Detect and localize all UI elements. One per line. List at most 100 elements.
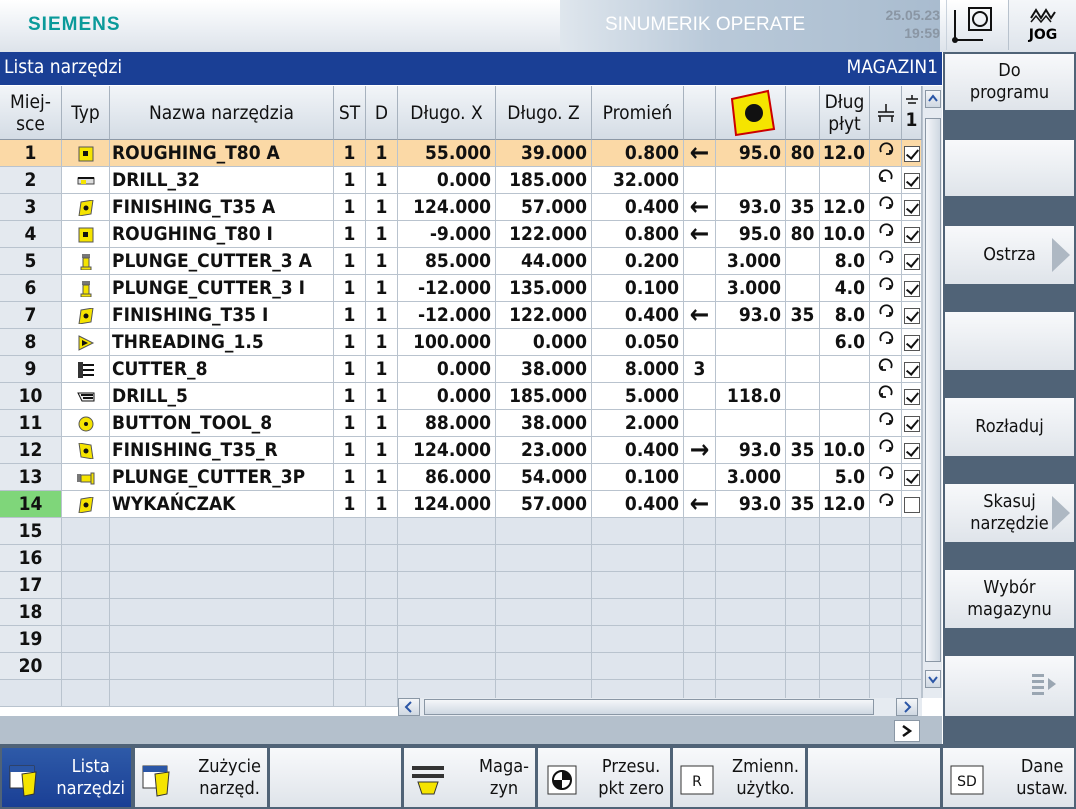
cell-place[interactable]: 18 [0,599,62,626]
cell-place[interactable]: 4 [0,221,62,248]
cell-dir[interactable] [684,464,716,491]
cell-lx[interactable]: 86.000 [398,464,496,491]
cell-lx[interactable]: 0.000 [398,383,496,410]
cell-st[interactable]: 1 [334,329,366,356]
tool-type-cell[interactable] [62,194,110,221]
cell-plate[interactable]: 6.0 [820,329,870,356]
cell-st[interactable]: 1 [334,140,366,167]
cell-empty[interactable] [684,599,716,626]
cell-name[interactable]: ROUGHING_T80 A [110,140,334,167]
cell-empty[interactable] [398,518,496,545]
tool-enabled-checkbox[interactable] [902,302,922,329]
cell-r[interactable]: 0.200 [592,248,684,275]
cell-place[interactable]: 5 [0,248,62,275]
col-header-enabled[interactable]: 1 [902,86,922,140]
cell-st[interactable]: 1 [334,437,366,464]
cell-empty[interactable] [870,572,902,599]
cell-empty[interactable] [820,572,870,599]
horizontal-scrollbar[interactable] [398,698,922,716]
cell-angle2[interactable] [786,329,820,356]
scroll-up-button[interactable] [925,90,941,108]
cell-name[interactable]: THREADING_1.5 [110,329,334,356]
cell-empty[interactable] [334,572,366,599]
cell-empty[interactable] [902,572,922,599]
tool-enabled-checkbox[interactable] [902,167,922,194]
cell-lx[interactable]: -12.000 [398,275,496,302]
cell-empty[interactable] [496,653,592,680]
cell-plate[interactable]: 12.0 [820,491,870,518]
tool-enabled-checkbox[interactable] [902,194,922,221]
table-row-empty[interactable]: 19 [0,626,922,653]
table-row[interactable]: 9 CUTTER_8 1 1 0.000 38.000 8.000 3 [0,356,922,383]
cell-lx[interactable]: -9.000 [398,221,496,248]
cell-angle[interactable]: 3.000 [716,275,786,302]
cell-empty[interactable] [62,545,110,572]
cell-name[interactable]: FINISHING_T35_R [110,437,334,464]
col-header-st[interactable]: ST [334,86,366,140]
table-row-empty[interactable]: 17 [0,572,922,599]
cell-empty[interactable] [786,653,820,680]
cell-dir[interactable]: ← [684,194,716,221]
tool-type-cell[interactable] [62,464,110,491]
cell-empty[interactable] [592,626,684,653]
cell-empty[interactable] [398,572,496,599]
spindle-direction-cell[interactable] [870,329,902,356]
cell-empty[interactable] [62,653,110,680]
right-softkey-8[interactable] [945,656,1074,716]
table-row-empty[interactable]: 18 [0,599,922,626]
cell-empty[interactable] [684,545,716,572]
col-header-type[interactable]: Typ [62,86,110,140]
cell-r[interactable]: 8.000 [592,356,684,383]
cell-empty[interactable] [592,599,684,626]
cell-dir[interactable] [684,275,716,302]
cell-angle[interactable]: 93.0 [716,194,786,221]
cell-place[interactable]: 1 [0,140,62,167]
cell-lx[interactable]: 55.000 [398,140,496,167]
bottom-softkey-1[interactable]: Lista narzędzi [2,748,131,807]
cell-st[interactable]: 1 [334,464,366,491]
tool-enabled-checkbox[interactable] [902,221,922,248]
cell-empty[interactable] [716,545,786,572]
cell-name[interactable]: FINISHING_T35 I [110,302,334,329]
table-row[interactable]: 1 ROUGHING_T80 A 1 1 55.000 39.000 0.800 ← 95.0 8… [0,140,922,167]
cell-name[interactable]: DRILL_32 [110,167,334,194]
cell-empty[interactable] [902,626,922,653]
cell-lx[interactable]: 124.000 [398,194,496,221]
cell-empty[interactable] [366,653,398,680]
cell-name[interactable]: CUTTER_8 [110,356,334,383]
cell-lz[interactable]: 44.000 [496,248,592,275]
cell-d[interactable]: 1 [366,356,398,383]
col-header-d[interactable]: D [366,86,398,140]
cell-st[interactable]: 1 [334,383,366,410]
col-header-spindle[interactable] [870,86,902,140]
cell-empty[interactable] [366,518,398,545]
cell-lz[interactable]: 57.000 [496,491,592,518]
col-header-direction[interactable] [684,86,716,140]
cell-empty[interactable] [786,572,820,599]
cell-empty[interactable] [684,572,716,599]
spindle-direction-cell[interactable] [870,248,902,275]
table-row-empty[interactable]: 15 [0,518,922,545]
right-softkey-4[interactable] [945,312,1074,370]
cell-name[interactable]: PLUNGE_CUTTER_3 I [110,275,334,302]
cell-empty[interactable] [496,572,592,599]
cell-angle[interactable]: 95.0 [716,221,786,248]
cell-lz[interactable]: 38.000 [496,410,592,437]
tool-enabled-checkbox[interactable] [902,140,922,167]
cell-empty[interactable] [716,626,786,653]
tool-enabled-checkbox[interactable] [902,356,922,383]
cell-empty[interactable] [366,626,398,653]
cell-empty[interactable] [366,599,398,626]
cell-empty[interactable] [820,599,870,626]
bottom-softkey-4[interactable]: Maga- zyn [404,748,535,807]
cell-d[interactable]: 1 [366,167,398,194]
cell-angle[interactable]: 93.0 [716,302,786,329]
cell-d[interactable]: 1 [366,410,398,437]
cell-lx[interactable]: 124.000 [398,491,496,518]
cell-name[interactable]: WYKAŃCZAK [110,491,334,518]
cell-dir[interactable]: → [684,437,716,464]
cell-empty[interactable] [902,599,922,626]
tool-type-cell[interactable] [62,221,110,248]
cell-r[interactable]: 0.050 [592,329,684,356]
tool-type-cell[interactable] [62,329,110,356]
